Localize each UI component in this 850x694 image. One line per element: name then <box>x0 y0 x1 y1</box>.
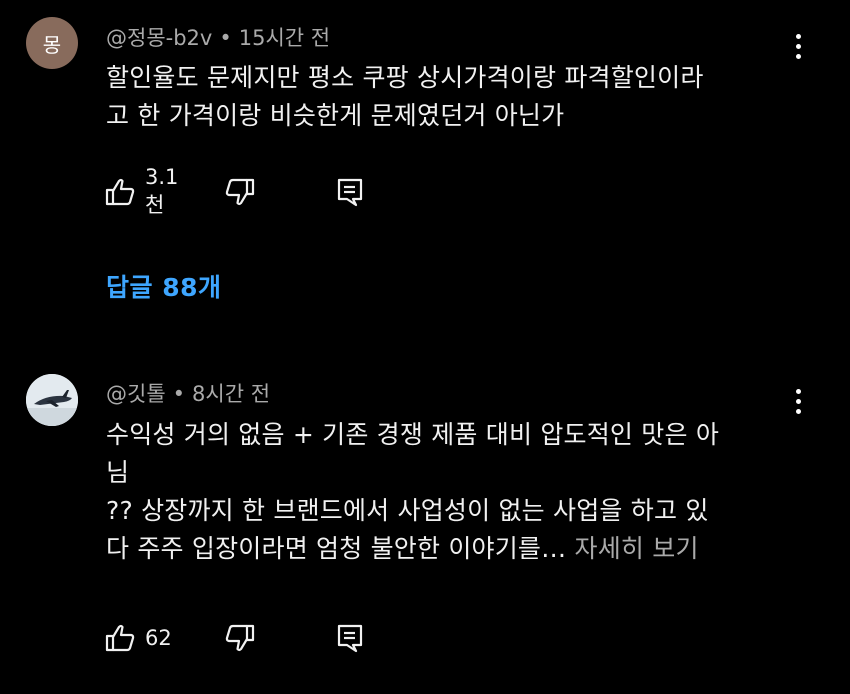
comment-text: 수익성 거의 없음 + 기존 경쟁 제품 대비 압도적인 맛은 아 님 ?? 상… <box>106 416 796 568</box>
author-name[interactable]: @깃톨 <box>106 382 166 406</box>
like-count: 3.1천 <box>145 165 179 217</box>
comment-time[interactable]: 8시간 전 <box>192 382 270 406</box>
meta-separator: • <box>219 26 232 50</box>
more-vertical-icon <box>795 388 801 414</box>
thumbs-down-icon <box>224 176 256 208</box>
comment-line: 다 주주 입장이라면 엄청 불안한 이야기를… <box>106 534 567 563</box>
comment-item: @깃톨 • 8시간 전 수익성 거의 없음 + 기존 경쟁 제품 대비 압도적인 맛… <box>0 350 850 694</box>
comment-line: 고 한 가격이랑 비슷한게 문제였던거 아닌가 <box>106 101 565 130</box>
more-vertical-icon <box>795 33 801 59</box>
comment-item: 몽 @정몽-b2v • 15시간 전 할인율도 문제지만 평소 쿠팡 상시가격이랑 … <box>0 0 850 350</box>
reply-button[interactable] <box>334 172 366 212</box>
comment-line: 님 <box>106 458 130 487</box>
comment-line: ?? 상장까지 한 브랜드에서 사업성이 없는 사업을 하고 있 <box>106 496 709 525</box>
comment-meta: @깃톨 • 8시간 전 <box>106 378 270 408</box>
reply-icon <box>334 176 366 208</box>
meta-separator: • <box>172 382 186 406</box>
reply-icon <box>334 622 366 654</box>
read-more-link[interactable]: 자세히 보기 <box>566 534 698 563</box>
avatar-initial: 몽 <box>42 32 62 57</box>
comment-line: 할인율도 문제지만 평소 쿠팡 상시가격이랑 파격할인이라 <box>106 63 704 92</box>
comment-line-last: 다 주주 입장이라면 엄청 불안한 이야기를… 자세히 보기 <box>106 530 796 568</box>
like-button[interactable]: 3.1천 <box>104 165 178 217</box>
dislike-button[interactable] <box>224 618 256 658</box>
more-options-button[interactable] <box>786 383 810 419</box>
comment-line: 수익성 거의 없음 + 기존 경쟁 제품 대비 압도적인 맛은 아 <box>106 420 720 449</box>
avatar[interactable]: 몽 <box>26 17 78 69</box>
author-name[interactable]: @정몽-b2v <box>106 26 212 50</box>
comment-time[interactable]: 15시간 전 <box>239 26 330 50</box>
comment-meta: @정몽-b2v • 15시간 전 <box>106 22 330 52</box>
thumbs-up-icon <box>104 176 136 208</box>
thumbs-up-icon <box>104 622 136 654</box>
view-replies-button[interactable]: 답글 88개 <box>106 268 222 304</box>
like-count: 62 <box>145 626 172 650</box>
like-button[interactable]: 62 <box>104 618 172 658</box>
reply-button[interactable] <box>334 618 366 658</box>
dislike-button[interactable] <box>224 172 256 212</box>
airplane-avatar-icon <box>26 374 78 426</box>
comment-text: 할인율도 문제지만 평소 쿠팡 상시가격이랑 파격할인이라 고 한 가격이랑 비… <box>106 59 796 135</box>
avatar[interactable] <box>26 374 78 426</box>
thumbs-down-icon <box>224 622 256 654</box>
